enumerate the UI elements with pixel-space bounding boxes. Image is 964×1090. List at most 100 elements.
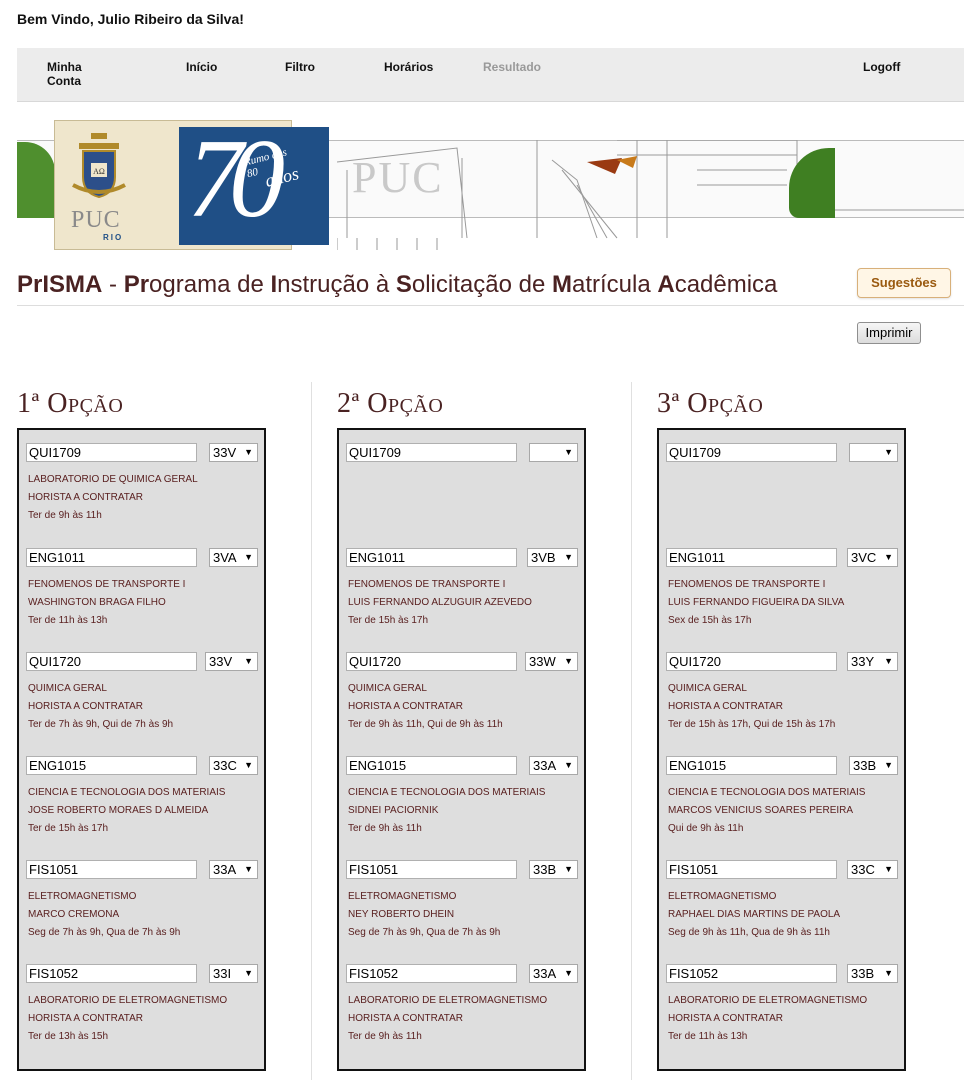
turma-select-value: 33C <box>213 758 237 773</box>
turma-select[interactable]: ▼ <box>849 443 898 462</box>
crest-icon: ΑΩ <box>72 133 126 199</box>
course-entry: 33C ▼ CIENCIA E TECNOLOGIA DOS MATERIAIS JO… <box>26 743 271 843</box>
course-code-input[interactable] <box>666 964 837 983</box>
turma-select[interactable]: ▼ <box>529 443 578 462</box>
turma-select[interactable]: 3VC ▼ <box>847 548 898 567</box>
nav-horarios[interactable]: Horários <box>384 60 433 74</box>
course-schedule: Ter de 13h às 15h <box>28 1031 109 1042</box>
course-code-input[interactable] <box>346 652 517 671</box>
turma-select-value: 33Y <box>851 654 875 669</box>
course-code-input[interactable] <box>346 548 517 567</box>
course-teacher: JOSE ROBERTO MORAES D ALMEIDA <box>28 805 209 816</box>
turma-select[interactable]: 33B ▼ <box>529 860 578 879</box>
page-title: PrISMA - Programa de Instrução à Solicit… <box>17 271 777 299</box>
turma-select[interactable]: 3VA ▼ <box>209 548 258 567</box>
course-name: QUIMICA GERAL <box>28 683 107 694</box>
welcome-message: Bem Vindo, Julio Ribeiro da Silva! <box>17 11 244 27</box>
course-code-input[interactable] <box>26 548 197 567</box>
turma-select[interactable]: 33V ▼ <box>205 652 258 671</box>
course-name: QUIMICA GERAL <box>668 683 747 694</box>
title-part: A <box>657 271 675 298</box>
turma-select[interactable]: 33B ▼ <box>849 756 898 775</box>
course-code-input[interactable] <box>346 860 517 879</box>
rio-wordmark: RIO <box>103 233 124 242</box>
course-code-input[interactable] <box>666 860 837 879</box>
course-teacher: HORISTA A CONTRATAR <box>28 492 144 503</box>
course-name: QUIMICA GERAL <box>348 683 427 694</box>
course-code-input[interactable] <box>666 548 837 567</box>
column-divider <box>311 382 312 1080</box>
course-teacher: SIDNEI PACIORNIK <box>348 805 439 816</box>
imprimir-button[interactable]: Imprimir <box>857 322 921 344</box>
turma-select[interactable]: 33Y ▼ <box>847 652 898 671</box>
dropdown-arrow-icon: ▼ <box>564 656 573 666</box>
course-teacher: RAPHAEL DIAS MARTINS DE PAOLA <box>668 909 841 920</box>
turma-select[interactable]: 3VB ▼ <box>527 548 578 567</box>
course-entry: 33V ▼ QUIMICA GERAL HORISTA A CONTRATAR Ter … <box>26 639 271 739</box>
course-teacher: LUIS FERNANDO FIGUEIRA DA SILVA <box>668 597 845 608</box>
banner: PUC ΑΩ PUC RIO 70 Rumo aos 80 anos <box>17 120 964 250</box>
turma-select[interactable]: 33W ▼ <box>525 652 578 671</box>
course-name: FENOMENOS DE TRANSPORTE I <box>28 579 186 590</box>
dropdown-arrow-icon: ▼ <box>884 447 893 457</box>
title-part: - <box>102 271 124 298</box>
turma-select-value: 33W <box>529 654 556 669</box>
option-heading: 2ª Opção <box>337 388 444 419</box>
option-panel: 33V ▼ LABORATORIO DE QUIMICA GERAL HORISTA … <box>17 428 266 1071</box>
turma-select[interactable]: 33I ▼ <box>209 964 258 983</box>
dropdown-arrow-icon: ▼ <box>564 552 573 562</box>
turma-select-value: 33B <box>851 966 875 981</box>
course-schedule: Sex de 15h às 17h <box>668 615 752 626</box>
turma-select[interactable]: 33V ▼ <box>209 443 258 462</box>
course-code-input[interactable] <box>346 443 517 462</box>
title-part: olicitação de <box>411 271 552 298</box>
title-part: Pr <box>17 271 43 298</box>
turma-select[interactable]: 33C ▼ <box>847 860 898 879</box>
course-code-input[interactable] <box>26 860 197 879</box>
turma-select[interactable]: 33A ▼ <box>529 964 578 983</box>
course-entry: 33V ▼ LABORATORIO DE QUIMICA GERAL HORISTA … <box>26 430 271 530</box>
course-code-input[interactable] <box>26 756 197 775</box>
course-teacher: HORISTA A CONTRATAR <box>28 1013 144 1024</box>
course-name: FENOMENOS DE TRANSPORTE I <box>348 579 506 590</box>
turma-select[interactable]: 33C ▼ <box>209 756 258 775</box>
title-divider <box>17 305 964 306</box>
dropdown-arrow-icon: ▼ <box>244 552 253 562</box>
course-schedule: Seg de 9h às 11h, Qua de 9h às 11h <box>668 927 830 938</box>
nav-minha-conta[interactable]: Minha Conta <box>47 60 82 88</box>
course-schedule: Ter de 11h às 13h <box>28 615 108 626</box>
dropdown-arrow-icon: ▼ <box>564 760 573 770</box>
course-entry: 33A ▼ CIENCIA E TECNOLOGIA DOS MATERIAIS SI… <box>346 743 591 843</box>
course-code-input[interactable] <box>26 964 197 983</box>
nav-filtro[interactable]: Filtro <box>285 60 315 74</box>
course-code-input[interactable] <box>26 652 197 671</box>
turma-select[interactable]: 33A ▼ <box>529 756 578 775</box>
course-code-input[interactable] <box>26 443 197 462</box>
nav-inicio[interactable]: Início <box>186 60 217 74</box>
course-code-input[interactable] <box>666 756 837 775</box>
course-name: LABORATORIO DE QUIMICA GERAL <box>28 474 198 485</box>
course-code-input[interactable] <box>666 443 837 462</box>
course-schedule: Qui de 9h às 11h <box>668 823 744 834</box>
turma-select[interactable]: 33B ▼ <box>847 964 898 983</box>
course-code-input[interactable] <box>346 964 517 983</box>
course-teacher: HORISTA A CONTRATAR <box>348 701 464 712</box>
turma-select[interactable]: 33A ▼ <box>209 860 258 879</box>
turma-select-value: 33I <box>213 966 232 981</box>
nav-logoff[interactable]: Logoff <box>863 60 900 74</box>
turma-select-value: 3VC <box>851 550 877 565</box>
svg-text:ΑΩ: ΑΩ <box>93 167 105 176</box>
dropdown-arrow-icon: ▼ <box>884 864 893 874</box>
course-code-input[interactable] <box>346 756 517 775</box>
course-schedule: Seg de 7h às 9h, Qua de 7h às 9h <box>28 927 181 938</box>
course-name: LABORATORIO DE ELETROMAGNETISMO <box>668 995 868 1006</box>
nav-resultado: Resultado <box>483 60 542 74</box>
course-entry: 33W ▼ QUIMICA GERAL HORISTA A CONTRATAR Ter … <box>346 639 591 739</box>
turma-select-value: 33A <box>533 758 557 773</box>
turma-select-value: 33B <box>853 758 877 773</box>
turma-select-value: 33V <box>213 445 237 460</box>
title-part: M <box>551 271 572 298</box>
sugestoes-button[interactable]: Sugestões <box>857 268 951 298</box>
dropdown-arrow-icon: ▼ <box>884 552 893 562</box>
course-code-input[interactable] <box>666 652 837 671</box>
